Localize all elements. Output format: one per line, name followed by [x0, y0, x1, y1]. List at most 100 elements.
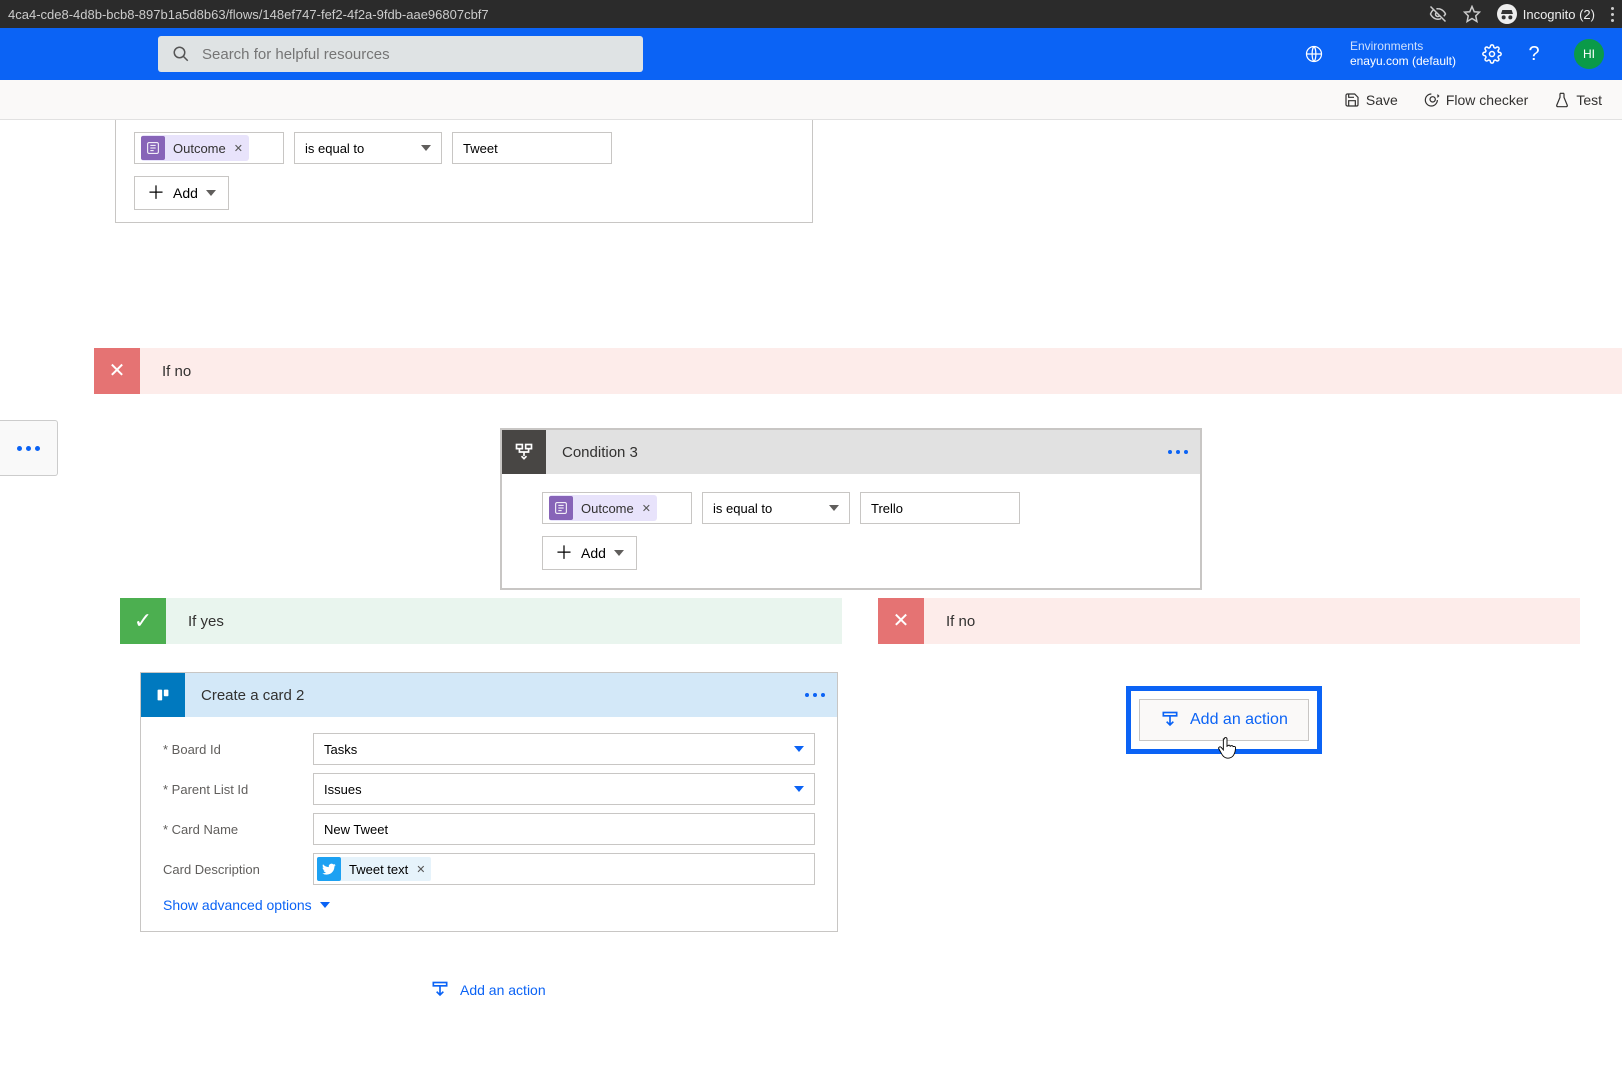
search-input[interactable]	[202, 46, 629, 63]
incognito-indicator[interactable]: Incognito (2)	[1497, 4, 1595, 24]
desc-input[interactable]: Tweet text ✕	[313, 853, 815, 885]
cross-icon: ✕	[109, 361, 126, 381]
incognito-label: Incognito (2)	[1523, 7, 1595, 22]
list-select[interactable]: Issues	[313, 773, 815, 805]
token-remove-icon[interactable]: ✕	[642, 502, 651, 515]
search-icon	[172, 45, 190, 63]
flow-canvas[interactable]: Outcome ✕ is equal to Tweet ＋ Add ✕	[0, 120, 1622, 1080]
condition-card-top[interactable]: Outcome ✕ is equal to Tweet ＋ Add	[115, 120, 813, 223]
condition-right-operand[interactable]: Tweet	[452, 132, 612, 164]
browser-chrome: 4ca4-cde8-4d8b-bcb8-897b1a5d8b63/flows/1…	[0, 0, 1622, 28]
more-icon	[17, 446, 40, 451]
env-label: Environments	[1350, 39, 1456, 54]
advanced-label: Show advanced options	[163, 897, 312, 913]
cardname-input[interactable]: New Tweet	[313, 813, 815, 845]
branch-if-no[interactable]: ✕ If no	[878, 598, 1580, 644]
token-label: Tweet text	[349, 862, 408, 877]
flow-checker-button[interactable]: Flow checker	[1424, 92, 1528, 108]
trello-create-card[interactable]: Create a card 2 * Board Id Tasks * Paren…	[140, 672, 838, 932]
forms-icon	[141, 136, 165, 160]
add-label: Add	[173, 185, 198, 201]
environment-icon[interactable]	[1304, 44, 1324, 64]
branch-label: If no	[140, 363, 191, 380]
test-label: Test	[1576, 92, 1602, 108]
token-remove-icon[interactable]: ✕	[416, 863, 425, 876]
eye-off-icon[interactable]	[1429, 5, 1447, 23]
chevron-down-icon	[320, 902, 330, 908]
card-menu-icon[interactable]	[805, 693, 825, 697]
cross-icon: ✕	[893, 611, 910, 631]
chevron-down-icon	[421, 145, 431, 151]
incognito-icon	[1497, 4, 1517, 24]
condition-icon	[502, 430, 546, 474]
add-action-button[interactable]: Add an action	[430, 980, 546, 1000]
add-label: Add	[581, 545, 606, 561]
chevron-down-icon	[829, 505, 839, 511]
add-condition-button[interactable]: ＋ Add	[134, 176, 229, 210]
check-icon: ✓	[134, 610, 152, 632]
app-header: Environments enayu.com (default) ? HI	[0, 28, 1622, 80]
browser-menu-icon[interactable]	[1611, 7, 1614, 22]
twitter-icon	[317, 857, 341, 881]
collapsed-step[interactable]	[0, 420, 58, 476]
avatar[interactable]: HI	[1574, 39, 1604, 69]
branch-if-yes[interactable]: ✓ If yes	[120, 598, 842, 644]
field-label-board: * Board Id	[163, 742, 313, 757]
add-action-label: Add an action	[1190, 711, 1288, 729]
test-button[interactable]: Test	[1554, 92, 1602, 108]
save-button[interactable]: Save	[1344, 92, 1398, 108]
token-remove-icon[interactable]: ✕	[234, 142, 243, 155]
card-title: Condition 3	[546, 444, 1168, 461]
branch-if-no-top[interactable]: ✕ If no	[94, 348, 1622, 394]
condition-left-operand[interactable]: Outcome ✕	[542, 492, 692, 524]
right-value: Tweet	[463, 141, 498, 156]
add-action-highlight: Add an action	[1126, 686, 1322, 754]
card-title: Create a card 2	[185, 687, 805, 704]
condition-right-operand[interactable]: Trello	[860, 492, 1020, 524]
star-icon[interactable]	[1463, 5, 1481, 23]
chevron-down-icon	[206, 190, 216, 196]
show-advanced-link[interactable]: Show advanced options	[163, 897, 815, 913]
card-menu-icon[interactable]	[1168, 450, 1188, 454]
board-value: Tasks	[324, 742, 357, 757]
token-label: Outcome	[173, 141, 226, 156]
chevron-down-icon	[794, 786, 804, 792]
env-value: enayu.com (default)	[1350, 54, 1456, 69]
field-label-cardname: * Card Name	[163, 822, 313, 837]
list-value: Issues	[324, 782, 362, 797]
condition-3-card[interactable]: Condition 3 Outcome ✕ is equal to	[500, 428, 1202, 590]
operator-value: is equal to	[305, 141, 364, 156]
branch-label: If no	[924, 613, 975, 630]
operator-value: is equal to	[713, 501, 772, 516]
add-action-label: Add an action	[460, 982, 546, 998]
chevron-down-icon	[614, 550, 624, 556]
field-label-desc: Card Description	[163, 862, 313, 877]
chevron-down-icon	[794, 746, 804, 752]
condition-left-operand[interactable]: Outcome ✕	[134, 132, 284, 164]
add-action-button[interactable]: Add an action	[1139, 699, 1309, 741]
board-select[interactable]: Tasks	[313, 733, 815, 765]
plus-icon: ＋	[555, 544, 573, 562]
flow-checker-label: Flow checker	[1446, 92, 1528, 108]
settings-icon[interactable]	[1482, 44, 1502, 64]
right-value: Trello	[871, 501, 903, 516]
save-label: Save	[1366, 92, 1398, 108]
help-icon[interactable]: ?	[1524, 44, 1544, 64]
address-bar[interactable]: 4ca4-cde8-4d8b-bcb8-897b1a5d8b63/flows/1…	[8, 7, 1429, 22]
cardname-value: New Tweet	[324, 822, 388, 837]
add-condition-button[interactable]: ＋ Add	[542, 536, 637, 570]
branch-label: If yes	[166, 613, 224, 630]
environment-picker[interactable]: Environments enayu.com (default)	[1340, 39, 1466, 69]
plus-icon: ＋	[147, 184, 165, 202]
dynamic-token-outcome[interactable]: Outcome ✕	[141, 135, 249, 161]
dynamic-token-outcome[interactable]: Outcome ✕	[549, 495, 657, 521]
command-bar: Save Flow checker Test	[0, 80, 1622, 120]
dynamic-token-tweettext[interactable]: Tweet text ✕	[317, 857, 431, 881]
forms-icon	[549, 496, 573, 520]
search-box[interactable]	[158, 36, 643, 72]
token-label: Outcome	[581, 501, 634, 516]
field-label-list: * Parent List Id	[163, 782, 313, 797]
condition-operator-select[interactable]: is equal to	[294, 132, 442, 164]
trello-icon	[141, 673, 185, 717]
condition-operator-select[interactable]: is equal to	[702, 492, 850, 524]
